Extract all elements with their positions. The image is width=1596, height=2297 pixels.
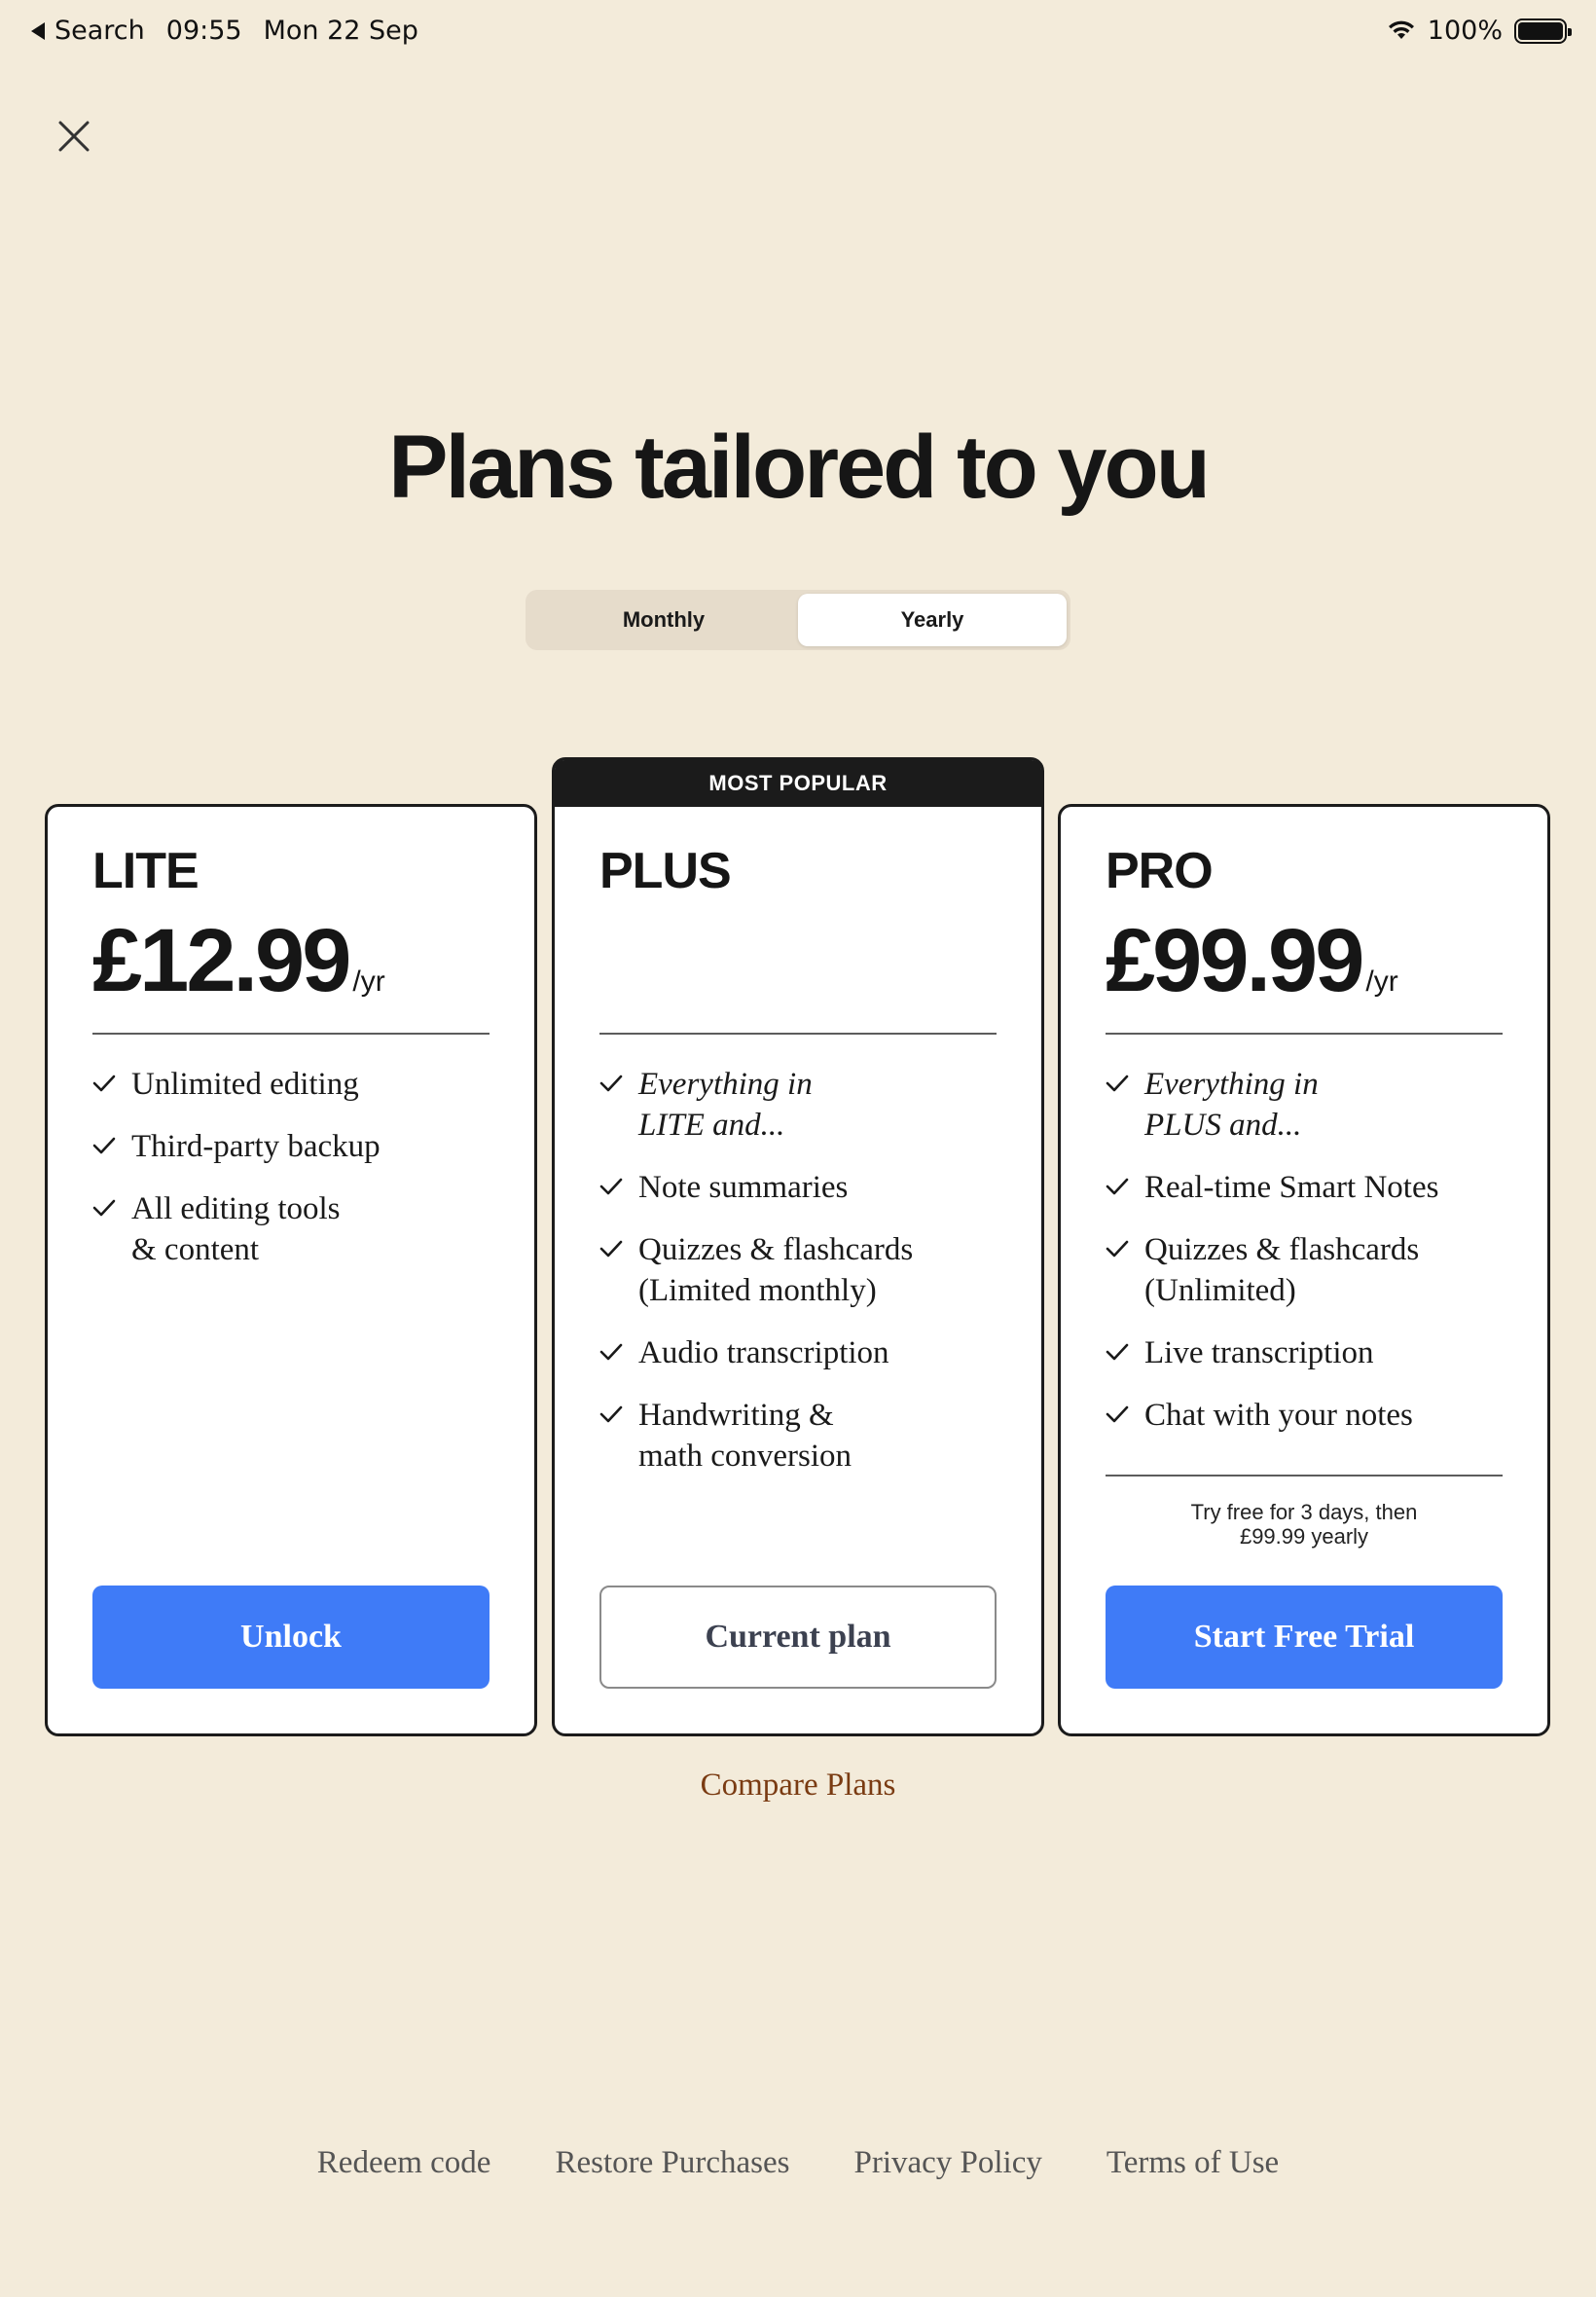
restore-purchases-link[interactable]: Restore Purchases xyxy=(555,2145,789,2181)
start-free-trial-button[interactable]: Start Free Trial xyxy=(1106,1586,1503,1689)
divider xyxy=(1106,1033,1503,1035)
compare-plans-link[interactable]: Compare Plans xyxy=(0,1768,1596,1804)
checkmark-icon xyxy=(599,1178,623,1195)
feature-item: Everything in LITE and... xyxy=(599,1064,997,1146)
checkmark-icon xyxy=(92,1075,116,1092)
checkmark-icon xyxy=(599,1075,623,1092)
unlock-button[interactable]: Unlock xyxy=(92,1586,490,1689)
feature-text: Note summaries xyxy=(638,1170,849,1205)
toggle-monthly[interactable]: Monthly xyxy=(529,594,798,646)
status-left: Search 09:55 Mon 22 Sep xyxy=(31,16,418,46)
feature-list: Everything in LITE and... Note summaries Q… xyxy=(599,1064,997,1498)
feature-item: Live transcription xyxy=(1106,1332,1503,1373)
checkmark-icon xyxy=(92,1199,116,1217)
divider xyxy=(599,1033,997,1035)
price-period: /yr xyxy=(1365,966,1398,998)
footer-links: Redeem code Restore Purchases Privacy Po… xyxy=(0,2145,1596,2181)
battery-percent: 100% xyxy=(1427,16,1503,46)
plan-card-lite: LITE £12.99 /yr Unlimited editing Third-p… xyxy=(45,804,537,1736)
plan-card-pro: PRO £99.99 /yr Everything in PLUS and...… xyxy=(1058,804,1550,1736)
back-to-search[interactable]: Search xyxy=(31,16,145,46)
close-button[interactable] xyxy=(51,113,97,160)
plan-name: PLUS xyxy=(599,843,732,899)
feature-item: Everything in PLUS and... xyxy=(1106,1064,1503,1146)
feature-item: Quizzes & flashcards (Limited monthly) xyxy=(599,1229,997,1311)
back-arrow-icon xyxy=(31,21,45,40)
status-date: Mon 22 Sep xyxy=(263,16,418,46)
feature-text: Audio transcription xyxy=(638,1335,889,1370)
plan-card-plus: MOST POPULAR PLUS Everything in LITE and… xyxy=(552,757,1044,1736)
divider xyxy=(92,1033,490,1035)
checkmark-icon xyxy=(599,1240,623,1258)
feature-item: Quizzes & flashcards (Unlimited) xyxy=(1106,1229,1503,1311)
checkmark-icon xyxy=(1106,1343,1129,1361)
feature-item: All editing tools & content xyxy=(92,1188,490,1270)
feature-item: Third-party backup xyxy=(92,1126,490,1167)
feature-text: Everything in LITE and... xyxy=(638,1067,813,1143)
status-time: 09:55 xyxy=(165,16,242,46)
trial-note: Try free for 3 days, then £99.99 yearly xyxy=(1106,1500,1503,1549)
feature-text: Unlimited editing xyxy=(131,1067,359,1102)
divider xyxy=(1106,1475,1503,1477)
status-bar: Search 09:55 Mon 22 Sep 100% xyxy=(0,0,1596,62)
close-icon xyxy=(58,121,90,152)
checkmark-icon xyxy=(1106,1405,1129,1423)
toggle-yearly[interactable]: Yearly xyxy=(798,594,1067,646)
feature-list: Unlimited editing Third-party backup All e… xyxy=(92,1064,490,1292)
checkmark-icon xyxy=(1106,1240,1129,1258)
price-row: £99.99 /yr xyxy=(1106,916,1398,1005)
feature-text: Quizzes & flashcards (Limited monthly) xyxy=(638,1232,914,1308)
feature-text: Everything in PLUS and... xyxy=(1144,1067,1319,1143)
checkmark-icon xyxy=(1106,1178,1129,1195)
feature-text: Third-party backup xyxy=(131,1129,381,1164)
current-plan-button[interactable]: Current plan xyxy=(599,1586,997,1689)
trial-note-line: Try free for 3 days, then xyxy=(1190,1500,1418,1524)
redeem-code-link[interactable]: Redeem code xyxy=(317,2145,491,2181)
feature-item: Unlimited editing xyxy=(92,1064,490,1105)
plan-name: LITE xyxy=(92,843,200,899)
feature-text: All editing tools & content xyxy=(131,1191,341,1267)
price-period: /yr xyxy=(352,966,385,998)
page-title: Plans tailored to you xyxy=(388,418,1211,517)
feature-item: Note summaries xyxy=(599,1167,997,1208)
billing-period-toggle[interactable]: Monthly Yearly xyxy=(526,590,1070,650)
checkmark-icon xyxy=(1106,1075,1129,1092)
checkmark-icon xyxy=(92,1137,116,1154)
terms-of-use-link[interactable]: Terms of Use xyxy=(1106,2145,1279,2181)
privacy-policy-link[interactable]: Privacy Policy xyxy=(853,2145,1041,2181)
battery-icon xyxy=(1514,18,1572,44)
feature-item: Chat with your notes xyxy=(1106,1395,1503,1436)
most-popular-badge: MOST POPULAR xyxy=(555,760,1041,807)
plan-price: £99.99 xyxy=(1106,911,1364,1010)
feature-item: Real-time Smart Notes xyxy=(1106,1167,1503,1208)
feature-text: Live transcription xyxy=(1144,1335,1374,1370)
feature-list: Everything in PLUS and... Real-time Smart… xyxy=(1106,1064,1503,1457)
checkmark-icon xyxy=(599,1405,623,1423)
plan-name: PRO xyxy=(1106,843,1214,899)
price-row: £12.99 /yr xyxy=(92,916,385,1005)
feature-text: Chat with your notes xyxy=(1144,1398,1413,1433)
plan-price: £12.99 xyxy=(92,911,351,1010)
feature-text: Quizzes & flashcards (Unlimited) xyxy=(1144,1232,1420,1308)
feature-item: Audio transcription xyxy=(599,1332,997,1373)
wifi-icon xyxy=(1388,20,1414,39)
trial-note-line: £99.99 yearly xyxy=(1239,1524,1369,1549)
checkmark-icon xyxy=(599,1343,623,1361)
feature-text: Handwriting & math conversion xyxy=(638,1398,852,1474)
feature-item: Handwriting & math conversion xyxy=(599,1395,997,1477)
back-label: Search xyxy=(54,16,145,46)
feature-text: Real-time Smart Notes xyxy=(1144,1170,1439,1205)
status-right: 100% xyxy=(1387,16,1572,46)
